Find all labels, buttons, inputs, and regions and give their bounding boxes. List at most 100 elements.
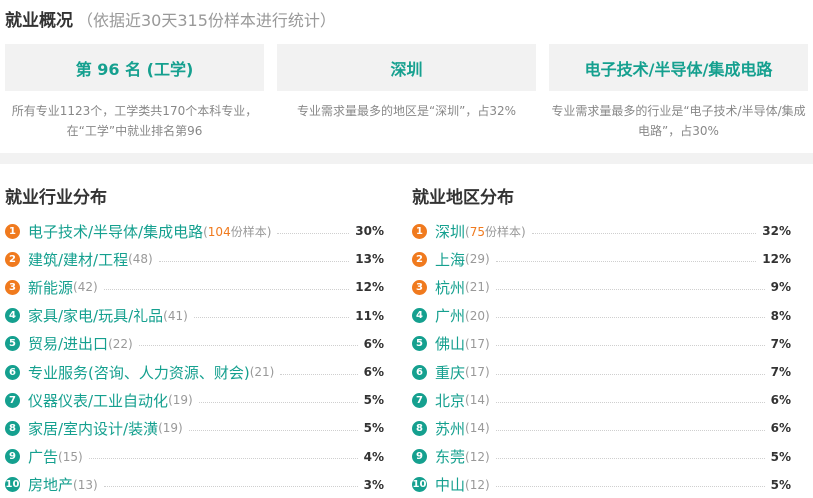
page-subtitle: （依据近30天315份样本进行统计） — [77, 11, 336, 30]
industry-row[interactable]: 10 房地产 (13) 3% — [5, 471, 384, 498]
rank-badge: 4 — [5, 308, 20, 324]
rank-badge: 1 — [412, 223, 427, 239]
page-title-text: 就业概况 — [5, 11, 73, 31]
percentage: 5% — [363, 421, 384, 436]
region-name-link[interactable]: 广州 — [435, 305, 465, 326]
dotted-leader — [193, 317, 350, 319]
sample-count: (21) — [249, 365, 275, 380]
rank-badge: 3 — [412, 279, 427, 295]
region-row[interactable]: 9 东莞 (12) 5% — [412, 443, 791, 471]
dotted-leader — [495, 401, 765, 403]
sample-count: (42) — [73, 280, 98, 295]
industry-row[interactable]: 2 建筑/建材/工程 (48) 13% — [5, 245, 384, 273]
rank-badge: 7 — [412, 392, 427, 408]
industry-name-link[interactable]: 广告 — [28, 446, 58, 467]
rank-badge: 2 — [412, 251, 427, 267]
region-name-link[interactable]: 重庆 — [435, 362, 465, 383]
industry-name-link[interactable]: 家居/室内设计/装潢 — [28, 418, 158, 439]
percentage: 32% — [762, 224, 791, 239]
sample-count: (14) — [465, 421, 490, 436]
dotted-leader — [495, 458, 765, 460]
region-row[interactable]: 4 广州 (20) 8% — [412, 302, 791, 330]
percentage: 8% — [770, 308, 791, 323]
region-name-link[interactable]: 佛山 — [435, 333, 465, 354]
sample-count-suffix: 份样本 — [484, 224, 521, 239]
industry-row[interactable]: 8 家居/室内设计/装潢 (19) 5% — [5, 414, 384, 442]
region-row[interactable]: 1 深圳 (75份样本) 32% — [412, 217, 791, 245]
rank-badge: 10 — [412, 477, 427, 493]
sample-count: (15) — [58, 449, 83, 464]
industry-name-link[interactable]: 家具/家电/玩具/礼品 — [28, 305, 163, 326]
industry-name-link[interactable]: 建筑/建材/工程 — [28, 249, 128, 270]
percentage: 4% — [363, 449, 384, 464]
industry-row[interactable]: 6 专业服务(咨询、人力资源、财会) (21) 6% — [5, 358, 384, 386]
industry-row[interactable]: 3 新能源 (42) 12% — [5, 273, 384, 301]
region-row[interactable]: 2 上海 (29) 12% — [412, 245, 791, 273]
region-name-link[interactable]: 北京 — [435, 390, 465, 411]
region-row[interactable]: 3 杭州 (21) 9% — [412, 273, 791, 301]
region-row[interactable]: 10 中山 (12) 5% — [412, 471, 791, 498]
dotted-leader — [495, 345, 765, 347]
rank-badge: 2 — [5, 251, 20, 267]
industry-row[interactable]: 4 家具/家电/玩具/礼品 (41) 11% — [5, 302, 384, 330]
dotted-leader — [188, 429, 358, 431]
summary-rank-desc: 所有专业1123个，工学类共170个本科专业，在“工学”中就业排名第96 — [11, 104, 258, 138]
summary-industry-value: 电子技术/半导体/集成电路 — [584, 59, 773, 79]
rank-badge: 5 — [5, 336, 20, 352]
industry-name-link[interactable]: 仪器仪表/工业自动化 — [28, 390, 168, 411]
rank-badge: 6 — [412, 364, 427, 380]
percentage: 9% — [770, 280, 791, 295]
region-row[interactable]: 5 佛山 (17) 7% — [412, 330, 791, 358]
industry-name-link[interactable]: 专业服务(咨询、人力资源、财会) — [28, 362, 250, 383]
industry-row[interactable]: 5 贸易/进出口 (22) 6% — [5, 330, 384, 358]
percentage: 6% — [770, 393, 791, 408]
industry-row[interactable]: 9 广告 (15) 4% — [5, 443, 384, 471]
percentage: 7% — [770, 365, 791, 380]
sample-count: (41) — [163, 308, 188, 323]
dotted-leader — [277, 232, 350, 234]
region-row[interactable]: 6 重庆 (17) 7% — [412, 358, 791, 386]
percentage: 11% — [355, 308, 384, 323]
industry-row[interactable]: 7 仪器仪表/工业自动化 (19) 5% — [5, 386, 384, 414]
rank-badge: 3 — [5, 279, 20, 295]
rank-badge: 10 — [5, 477, 20, 493]
percentage: 3% — [363, 477, 384, 492]
sample-count-suffix: 份样本 — [230, 224, 267, 239]
summary-region-desc: 专业需求量最多的地区是“深圳”，占32% — [296, 104, 517, 118]
industry-row[interactable]: 1 电子技术/半导体/集成电路 (104份样本) 30% — [5, 217, 384, 245]
percentage: 5% — [363, 393, 384, 408]
industry-name-link[interactable]: 新能源 — [28, 277, 73, 298]
region-name-link[interactable]: 上海 — [435, 249, 465, 270]
percentage: 13% — [355, 252, 384, 267]
region-row[interactable]: 8 苏州 (14) 6% — [412, 414, 791, 442]
industry-name-link[interactable]: 电子技术/半导体/集成电路 — [28, 221, 203, 242]
summary-rank-box: 第 96 名 (工学) — [5, 44, 264, 91]
dotted-leader — [138, 345, 358, 347]
percentage: 6% — [363, 365, 384, 380]
sample-count: (48) — [128, 252, 153, 267]
dotted-leader — [495, 486, 765, 488]
summary-rank-value: 第 96 名 (工学) — [75, 59, 194, 79]
region-row[interactable]: 7 北京 (14) 6% — [412, 386, 791, 414]
rank-badge: 6 — [5, 364, 20, 380]
region-name-link[interactable]: 杭州 — [435, 277, 465, 298]
region-name-link[interactable]: 中山 — [435, 474, 465, 495]
industry-name-link[interactable]: 贸易/进出口 — [28, 333, 108, 354]
sample-count: (21) — [465, 280, 490, 295]
rank-badge: 8 — [5, 420, 20, 436]
region-name-link[interactable]: 深圳 — [435, 221, 465, 242]
dotted-leader — [495, 288, 765, 290]
region-name-link[interactable]: 东莞 — [435, 446, 465, 467]
rank-badge: 9 — [412, 449, 427, 465]
rank-badge: 1 — [5, 223, 20, 239]
page-title: 就业概况 （依据近30天315份样本进行统计） — [5, 8, 336, 34]
sample-count: (19) — [158, 421, 183, 436]
industry-name-link[interactable]: 房地产 — [28, 474, 73, 495]
dotted-leader — [103, 486, 358, 488]
dotted-leader — [88, 458, 358, 460]
sample-count: (12) — [465, 449, 490, 464]
dotted-leader — [495, 317, 765, 319]
percentage: 5% — [770, 477, 791, 492]
percentage: 7% — [770, 336, 791, 351]
region-name-link[interactable]: 苏州 — [435, 418, 465, 439]
